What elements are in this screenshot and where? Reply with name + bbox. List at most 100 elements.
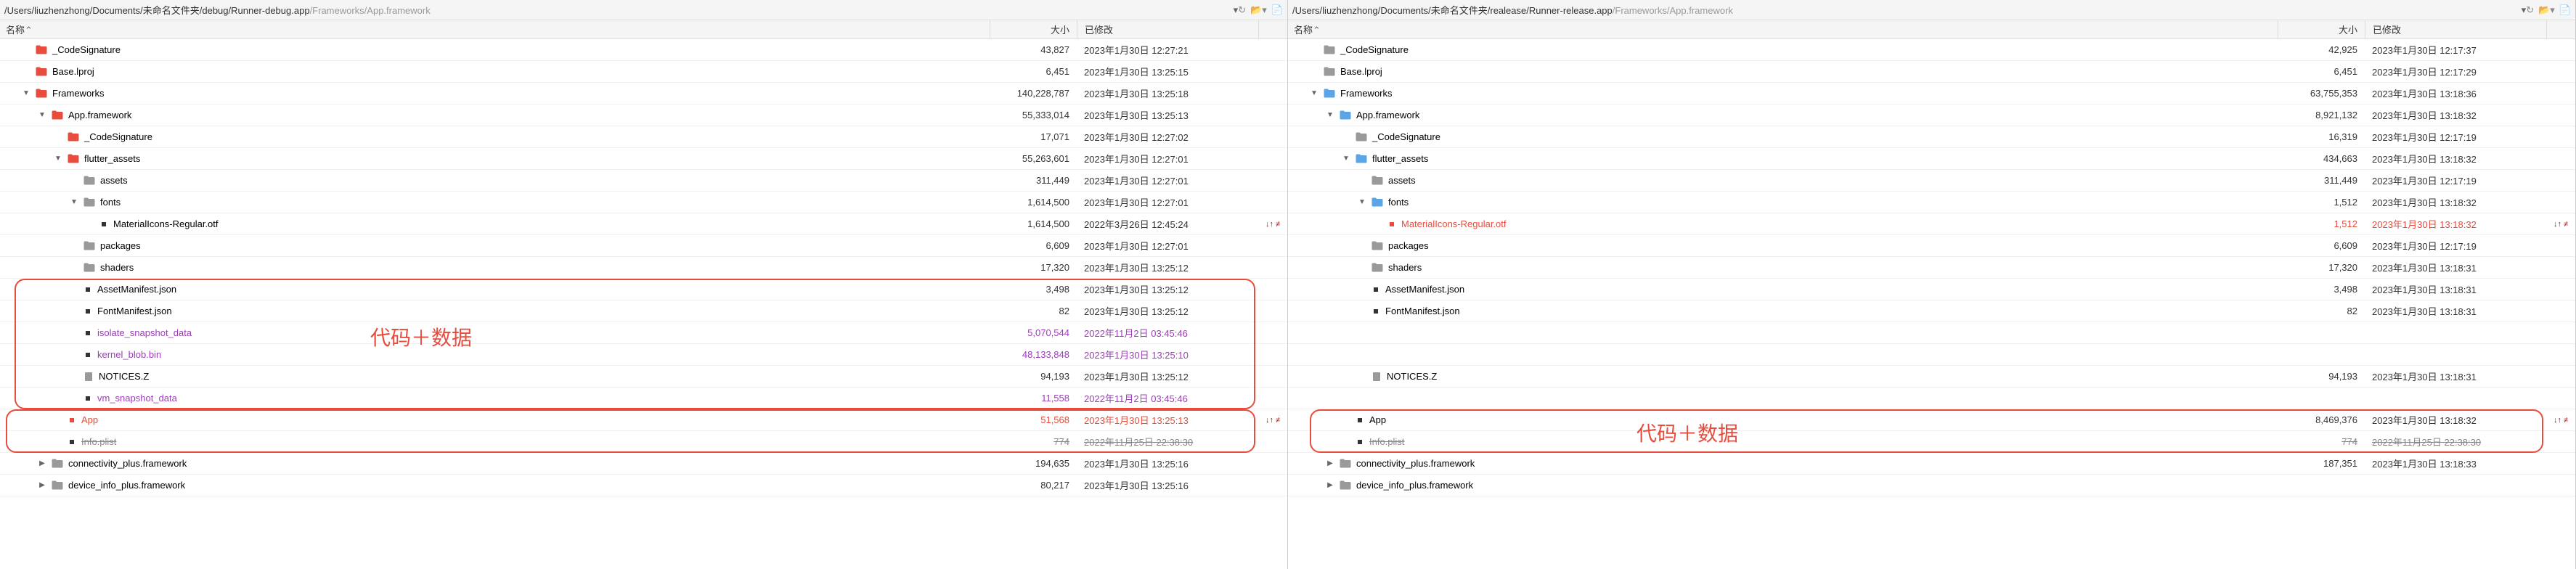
disclosure-icon[interactable]: ▶ — [38, 481, 46, 489]
disclosure-icon[interactable]: ▼ — [22, 89, 30, 97]
disclosure-icon[interactable]: ▶ — [1326, 459, 1334, 467]
file-date: 2023年1月30日 13:18:31 — [2365, 304, 2546, 318]
file-row[interactable]: Info.plist7742022年11月25日 22:38:30 — [1288, 431, 2575, 453]
disclosure-icon[interactable]: ▼ — [1342, 155, 1350, 163]
file-date: 2023年1月30日 12:17:19 — [2365, 130, 2546, 144]
file-date: 2022年11月25日 22:38:30 — [1077, 435, 1258, 449]
file-row[interactable]: ▶device_info_plus.framework80,2172023年1月… — [0, 475, 1287, 496]
disclosure-icon[interactable]: ▶ — [1326, 481, 1334, 489]
disclosure-icon[interactable]: ▼ — [1358, 198, 1366, 206]
file-row[interactable]: ▼fonts1,5122023年1月30日 13:18:32 — [1288, 192, 2575, 213]
file-row[interactable]: kernel_blob.bin48,133,8482023年1月30日 13:2… — [0, 344, 1287, 366]
file-row[interactable]: FontManifest.json822023年1月30日 13:25:12 — [0, 300, 1287, 322]
file-row[interactable]: shaders17,3202023年1月30日 13:25:12 — [0, 257, 1287, 279]
file-row[interactable]: ▼Frameworks140,228,7872023年1月30日 13:25:1… — [0, 83, 1287, 105]
file-tree[interactable]: _CodeSignature43,8272023年1月30日 12:27:21B… — [0, 39, 1287, 569]
file-row[interactable]: Info.plist7742022年11月25日 22:38:30 — [0, 431, 1287, 453]
bullet-icon — [1358, 418, 1362, 422]
file-row[interactable]: ▶connectivity_plus.framework187,3512023年… — [1288, 453, 2575, 475]
file-row[interactable]: MaterialIcons-Regular.otf1,5122023年1月30日… — [1288, 213, 2575, 235]
file-date: 2023年1月30日 13:18:32 — [2365, 108, 2546, 122]
col-modified[interactable]: 已修改 — [1077, 20, 1258, 38]
file-size: 1,614,500 — [990, 197, 1077, 208]
file-name: _CodeSignature — [84, 131, 152, 142]
file-row[interactable]: ▶device_info_plus.framework — [1288, 475, 2575, 496]
file-tree[interactable]: _CodeSignature42,9252023年1月30日 12:17:37B… — [1288, 39, 2575, 569]
file-name: AssetManifest.json — [1385, 284, 1464, 295]
refresh-icon[interactable]: ↻ — [2526, 4, 2534, 16]
file-row[interactable]: AssetManifest.json3,4982023年1月30日 13:25:… — [0, 279, 1287, 300]
file-date: 2023年1月30日 13:25:16 — [1077, 478, 1258, 492]
disclosure-icon[interactable]: ▶ — [38, 459, 46, 467]
file-row[interactable]: Base.lproj6,4512023年1月30日 12:17:29 — [1288, 61, 2575, 83]
spacer-row — [1288, 322, 2575, 344]
path-bar[interactable]: /Users/liuzhenzhong/Documents/未命名文件夹/rea… — [1288, 0, 2575, 20]
folder-icon — [1339, 110, 1352, 120]
left-panel: /Users/liuzhenzhong/Documents/未命名文件夹/deb… — [0, 0, 1288, 569]
file-row[interactable]: _CodeSignature16,3192023年1月30日 12:17:19 — [1288, 126, 2575, 148]
file-date: 2023年1月30日 13:18:31 — [2365, 369, 2546, 383]
folder-icon — [1339, 458, 1352, 469]
disclosure-icon[interactable]: ▼ — [38, 111, 46, 119]
col-size[interactable]: 大小 — [990, 20, 1077, 38]
file-row[interactable]: shaders17,3202023年1月30日 13:18:31 — [1288, 257, 2575, 279]
disclosure-icon[interactable]: ▼ — [1310, 89, 1318, 97]
col-diff — [2546, 20, 2575, 38]
file-row[interactable]: NOTICES.Z94,1932023年1月30日 13:25:12 — [0, 366, 1287, 388]
file-row[interactable]: ▶connectivity_plus.framework194,6352023年… — [0, 453, 1287, 475]
file-row[interactable]: isolate_snapshot_data5,070,5442022年11月2日… — [0, 322, 1287, 344]
file-row[interactable]: ▼flutter_assets55,263,6012023年1月30日 12:2… — [0, 148, 1287, 170]
file-row[interactable]: App8,469,3762023年1月30日 13:18:32↓↑ ≠ — [1288, 409, 2575, 431]
action-icon[interactable]: 📄 — [1271, 4, 1283, 16]
file-row[interactable]: vm_snapshot_data11,5582022年11月2日 03:45:4… — [0, 388, 1287, 409]
file-name: shaders — [1388, 262, 1422, 273]
path-text: /Users/liuzhenzhong/Documents/未命名文件夹/deb… — [4, 3, 1234, 17]
file-row[interactable]: _CodeSignature17,0712023年1月30日 12:27:02 — [0, 126, 1287, 148]
file-row[interactable]: App51,5682023年1月30日 13:25:13↓↑ ≠ — [0, 409, 1287, 431]
file-row[interactable]: assets311,4492023年1月30日 12:27:01 — [0, 170, 1287, 192]
col-name[interactable]: 名称⌃ — [0, 22, 990, 36]
refresh-icon[interactable]: ↻ — [1238, 4, 1246, 16]
file-row[interactable]: packages6,6092023年1月30日 12:27:01 — [0, 235, 1287, 257]
file-row[interactable]: MaterialIcons-Regular.otf1,614,5002022年3… — [0, 213, 1287, 235]
file-size: 3,498 — [990, 284, 1077, 295]
file-row[interactable]: Base.lproj6,4512023年1月30日 13:25:15 — [0, 61, 1287, 83]
sort-arrow-icon: ⌃ — [25, 25, 33, 36]
file-size: 434,663 — [2278, 153, 2365, 164]
file-date: 2023年1月30日 12:27:21 — [1077, 43, 1258, 57]
file-size: 16,319 — [2278, 131, 2365, 142]
disclosure-icon[interactable]: ▼ — [54, 155, 62, 163]
file-row[interactable]: ▼flutter_assets434,6632023年1月30日 13:18:3… — [1288, 148, 2575, 170]
col-name[interactable]: 名称⌃ — [1288, 22, 2278, 36]
file-row[interactable]: ▼App.framework8,921,1322023年1月30日 13:18:… — [1288, 105, 2575, 126]
folder-icon — [1339, 480, 1352, 491]
col-size[interactable]: 大小 — [2278, 20, 2365, 38]
file-row[interactable]: _CodeSignature43,8272023年1月30日 12:27:21 — [0, 39, 1287, 61]
file-row[interactable]: assets311,4492023年1月30日 12:17:19 — [1288, 170, 2575, 192]
column-header: 名称⌃ 大小 已修改 — [0, 20, 1287, 39]
file-row[interactable]: ▼Frameworks63,755,3532023年1月30日 13:18:36 — [1288, 83, 2575, 105]
file-row[interactable]: ▼fonts1,614,5002023年1月30日 12:27:01 — [0, 192, 1287, 213]
folder-open-icon[interactable]: 📂▾ — [2538, 4, 2555, 16]
folder-icon — [51, 480, 64, 491]
disclosure-icon[interactable]: ▼ — [1326, 111, 1334, 119]
folder-icon — [83, 197, 96, 208]
file-row[interactable]: packages6,6092023年1月30日 12:17:19 — [1288, 235, 2575, 257]
file-row[interactable]: _CodeSignature42,9252023年1月30日 12:17:37 — [1288, 39, 2575, 61]
file-size: 194,635 — [990, 458, 1077, 469]
file-size: 1,614,500 — [990, 218, 1077, 229]
folder-open-icon[interactable]: 📂▾ — [1250, 4, 1267, 16]
file-name: App.framework — [1356, 110, 1419, 120]
file-date: 2023年1月30日 12:27:01 — [1077, 173, 1258, 187]
file-size: 82 — [2278, 306, 2365, 316]
bullet-icon — [86, 287, 90, 292]
action-icon[interactable]: 📄 — [2559, 4, 2571, 16]
path-bar[interactable]: /Users/liuzhenzhong/Documents/未命名文件夹/deb… — [0, 0, 1287, 20]
file-row[interactable]: ▼App.framework55,333,0142023年1月30日 13:25… — [0, 105, 1287, 126]
file-row[interactable]: NOTICES.Z94,1932023年1月30日 13:18:31 — [1288, 366, 2575, 388]
file-name: connectivity_plus.framework — [1356, 458, 1475, 469]
col-modified[interactable]: 已修改 — [2365, 20, 2546, 38]
file-row[interactable]: FontManifest.json822023年1月30日 13:18:31 — [1288, 300, 2575, 322]
file-row[interactable]: AssetManifest.json3,4982023年1月30日 13:18:… — [1288, 279, 2575, 300]
disclosure-icon[interactable]: ▼ — [70, 198, 78, 206]
